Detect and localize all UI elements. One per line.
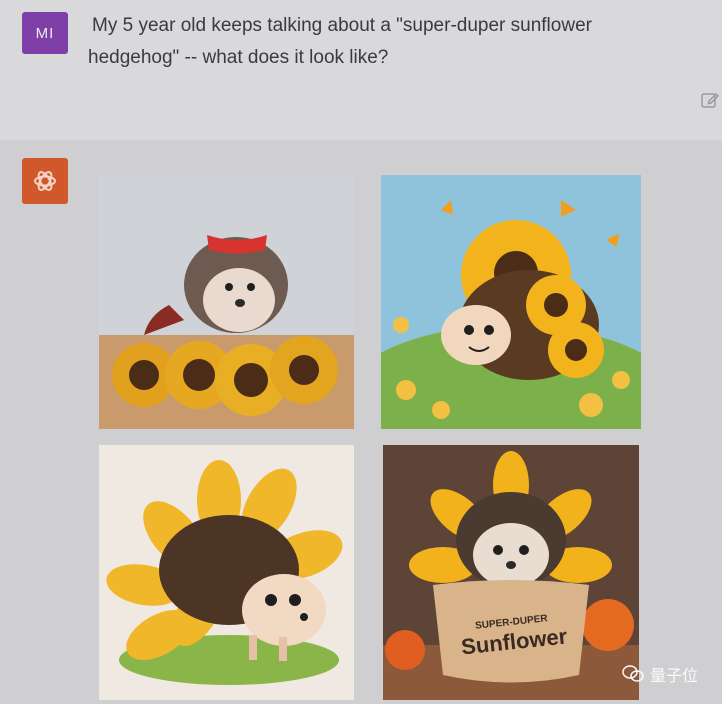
edit-icon[interactable] <box>700 90 720 110</box>
assistant-message-row: SUPER-DUPER Sunflower 量子位 <box>0 140 722 704</box>
user-message-row: MI My 5 year old keeps talking about a "… <box>0 0 722 140</box>
watermark: 量子位 <box>622 662 698 686</box>
openai-logo-icon <box>22 158 68 204</box>
wechat-icon <box>622 665 644 682</box>
generated-image-2[interactable] <box>381 175 641 429</box>
user-avatar: MI <box>22 12 68 54</box>
watermark-text: 量子位 <box>649 668 698 685</box>
generated-image-4[interactable]: SUPER-DUPER Sunflower <box>383 445 639 700</box>
generated-image-3[interactable] <box>99 445 354 700</box>
user-message-text: My 5 year old keeps talking about a "sup… <box>88 15 592 68</box>
generated-image-1[interactable] <box>99 175 354 429</box>
